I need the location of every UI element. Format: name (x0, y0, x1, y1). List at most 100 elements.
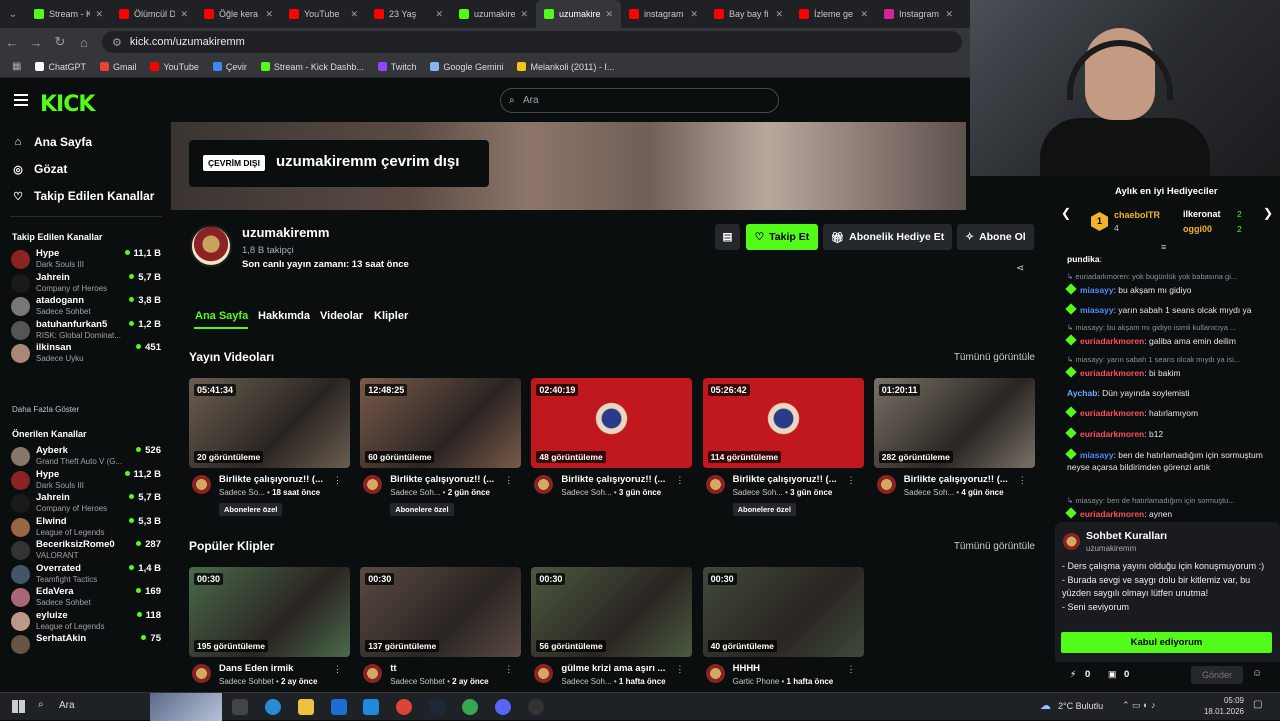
pin-icon[interactable]: ≡ (1161, 242, 1166, 252)
browser-tab[interactable]: Öğle kera ✕ (196, 0, 281, 28)
card-title[interactable]: gülme krizi ama aşırı ... (561, 663, 676, 674)
bookmark-item[interactable]: Gmail (99, 62, 136, 72)
menu-icon[interactable] (14, 94, 28, 106)
card-category[interactable]: Sadece Soh... (561, 677, 611, 686)
close-icon[interactable]: ✕ (265, 9, 273, 20)
search-input[interactable]: ⌕ Ara (500, 88, 779, 113)
chat-username[interactable]: euriadarkmoren (1080, 509, 1144, 519)
bookmark-item[interactable]: Twitch (377, 62, 416, 72)
nav-following[interactable]: ♡ Takip Edilen Kanallar (12, 189, 154, 203)
card-category[interactable]: Sadece So... (219, 488, 265, 497)
more-options-icon[interactable]: ⋮ (504, 475, 513, 486)
chat-username[interactable]: pundika (1067, 254, 1100, 264)
send-button[interactable]: Gönder (1191, 666, 1243, 684)
card-title[interactable]: Birlikte çalışıyoruz!! (... (390, 474, 505, 485)
bookmark-item[interactable]: ChatGPT (35, 62, 86, 72)
reply-preview[interactable]: ↳ miasayy: yarın sabah 1 seans olcak mıy… (1067, 355, 1272, 364)
share-icon[interactable]: ⋖ (1016, 263, 1024, 274)
browser-tab[interactable]: Instagram ✕ (876, 0, 961, 28)
bookmark-item[interactable]: Melankoli (2011) - I... (517, 62, 614, 72)
close-icon[interactable]: ✕ (690, 9, 698, 20)
sidebar-channel[interactable]: batuhanfurkan5 RISK: Global Dominat... 1,2… (11, 318, 161, 344)
reply-preview[interactable]: ↳ miasayy: bu akşam mı gidiyo isimli kul… (1067, 323, 1272, 332)
tab-clips[interactable]: Klipler (374, 310, 408, 322)
steam-icon[interactable] (429, 699, 445, 715)
apps-icon[interactable]: ▦ (12, 61, 21, 72)
bookmark-item[interactable]: Stream - Kick Dashb... (260, 62, 364, 72)
sidebar-channel[interactable]: BeceriksizRome0 VALORANT 287 (11, 538, 161, 564)
box-icon[interactable]: ▣ (1108, 669, 1117, 680)
browser-tab[interactable]: uzumakire ✕ (536, 0, 621, 28)
close-icon[interactable]: ✕ (520, 9, 528, 20)
sidebar-channel[interactable]: ilkinsan Sadece Uyku 451 (11, 341, 161, 367)
browser-tab[interactable]: İzleme ge ✕ (791, 0, 876, 28)
taskbar-search[interactable]: Ara (59, 700, 75, 711)
video-card[interactable]: 12:48:25 60 görüntüleme Birlikte çalışıyor… (360, 378, 522, 516)
card-title[interactable]: Dans Eden irmik (219, 663, 334, 674)
thumbnail[interactable]: 00:30 40 görüntüleme (702, 567, 864, 657)
discord-icon[interactable] (495, 699, 511, 715)
close-icon[interactable]: ✕ (605, 9, 613, 20)
gifter-name[interactable]: ilkeronat (1183, 209, 1221, 219)
close-icon[interactable]: ✕ (350, 9, 358, 20)
chat-username[interactable]: miasayy (1080, 305, 1114, 315)
thumbnail[interactable]: 05:26:42 114 görüntüleme (702, 378, 864, 468)
notification-icon[interactable]: ▢ (1253, 699, 1262, 710)
thumbnail[interactable]: 01:20:11 282 görüntüleme (873, 378, 1035, 468)
thumbnail[interactable]: 00:30 195 görüntüleme (189, 567, 350, 657)
card-title[interactable]: tt (390, 663, 505, 674)
weather-text[interactable]: 2°C Bulutlu (1058, 701, 1103, 711)
browser-tab[interactable]: instagram ✕ (621, 0, 706, 28)
card-category[interactable]: Sadece Soh... (733, 488, 783, 497)
card-category[interactable]: Sadece Sohbet (390, 677, 445, 686)
card-category[interactable]: Sadece Sohbet (219, 677, 274, 686)
obs-icon[interactable] (528, 699, 544, 715)
video-card[interactable]: 05:26:42 114 görüntüleme Birlikte çalışıyo… (702, 378, 864, 516)
tab-search-icon[interactable]: ⌄ (0, 9, 26, 20)
sidebar-channel[interactable]: Jahrein Company of Heroes 5,7 B (11, 491, 161, 517)
close-icon[interactable]: ✕ (180, 9, 188, 20)
tab-home[interactable]: Ana Sayfa (195, 310, 248, 322)
video-card[interactable]: 05:41:34 20 görüntüleme Birlikte çalışıyor… (189, 378, 350, 516)
clip-card[interactable]: 00:30 40 görüntüleme HHHH Gartic Phone • 1 … (702, 567, 864, 686)
chat-username[interactable]: miasayy (1080, 285, 1114, 295)
subscribe-button[interactable]: ✧ Abone Ol (957, 224, 1034, 250)
chat-username[interactable]: euriadarkmoren (1080, 429, 1144, 439)
close-icon[interactable]: ✕ (435, 9, 443, 20)
more-options-icon[interactable]: ⋮ (333, 664, 342, 675)
browser-tab[interactable]: Bay bay fi ✕ (706, 0, 791, 28)
chrome-icon[interactable] (396, 699, 412, 715)
accept-button[interactable]: Kabul ediyorum (1061, 632, 1272, 653)
gift-sub-button[interactable]: 🎁︎ Abonelik Hediye Et (823, 224, 952, 250)
more-options-icon[interactable]: ⋮ (847, 664, 856, 675)
more-options-icon[interactable]: ⋮ (675, 475, 684, 486)
chat-username[interactable]: Aychab (1067, 388, 1097, 398)
bookmark-item[interactable]: YouTube (150, 62, 199, 72)
more-options-icon[interactable]: ⋮ (847, 475, 856, 486)
card-title[interactable]: HHHH (733, 663, 848, 674)
clips-see-all[interactable]: Tümünü görüntüle (954, 541, 1035, 552)
chat-username[interactable]: euriadarkmoren (1080, 408, 1144, 418)
thumbnail[interactable]: 05:41:34 20 görüntüleme (189, 378, 350, 468)
sidebar-channel[interactable]: atadogann Sadece Sohbet 3,8 B (11, 294, 161, 320)
card-title[interactable]: Birlikte çalışıyoruz!! (... (733, 474, 848, 485)
thumbnail[interactable]: 00:30 56 görüntüleme (531, 567, 693, 657)
tab-videos[interactable]: Videolar (320, 310, 363, 322)
nav-browse[interactable]: ◎ Gözat (12, 162, 67, 176)
browser-tab[interactable]: Ölümcül D ✕ (111, 0, 196, 28)
notes-button[interactable]: ▤ (715, 224, 740, 250)
outlook-icon[interactable] (363, 699, 379, 715)
sidebar-channel[interactable]: Jahrein Company of Heroes 5,7 B (11, 271, 161, 297)
thumbnail[interactable]: 12:48:25 60 görüntüleme (360, 378, 522, 468)
clip-card[interactable]: 00:30 137 görüntüleme tt Sadece Sohbet • 2 … (360, 567, 522, 686)
gifter-name[interactable]: chaeboITR (1114, 210, 1160, 220)
close-icon[interactable]: ✕ (95, 9, 103, 20)
tray-icons[interactable]: ⌃ ▭ ◐ ♪ (1122, 700, 1155, 711)
browser-tab[interactable]: 23 Yaş ✕ (366, 0, 451, 28)
browser-tab[interactable]: YouTube ✕ (281, 0, 366, 28)
start-icon[interactable] (12, 700, 25, 713)
prev-icon[interactable]: ❮ (1061, 206, 1071, 220)
close-icon[interactable]: ✕ (945, 9, 953, 20)
clip-card[interactable]: 00:30 56 görüntüleme gülme krizi ama aşırı… (531, 567, 693, 686)
sidebar-channel[interactable]: Hype Dark Souls III 11,1 B (11, 247, 161, 273)
